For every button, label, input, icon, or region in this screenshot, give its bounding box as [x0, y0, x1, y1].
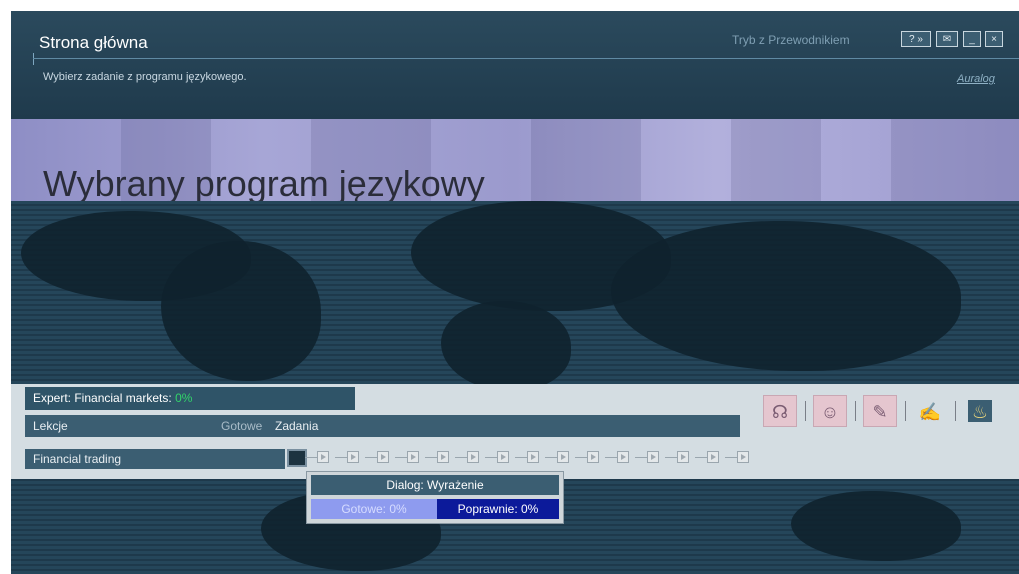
- speak-icon[interactable]: ☺: [813, 395, 847, 427]
- header-bar: Strona główna Wybierz zadanie z programu…: [11, 11, 1019, 119]
- column-tasks: Zadania: [275, 419, 319, 433]
- tool-separator: [805, 401, 806, 421]
- close-button[interactable]: ×: [985, 31, 1003, 47]
- tooltip-title: Dialog: Wyrażenie: [311, 475, 559, 495]
- task-play-button[interactable]: [437, 451, 449, 463]
- task-connector: [665, 457, 677, 458]
- banner-photo: [531, 119, 641, 201]
- task-play-button[interactable]: [737, 451, 749, 463]
- title-tick: [33, 53, 44, 65]
- tool-separator: [955, 401, 956, 421]
- task-connector: [725, 457, 737, 458]
- task-play-button[interactable]: [557, 451, 569, 463]
- lesson-row[interactable]: Financial trading: [25, 449, 285, 469]
- header-divider: [33, 58, 1019, 59]
- program-progress: 0%: [175, 391, 193, 405]
- task-connector: [305, 457, 317, 458]
- task-connector: [545, 457, 557, 458]
- write-icon[interactable]: ✍: [913, 395, 947, 427]
- task-connector: [425, 457, 437, 458]
- page-subtitle: Wybierz zadanie z programu językowego.: [43, 71, 247, 83]
- task-play-button[interactable]: [377, 451, 389, 463]
- stats-icon[interactable]: ♨: [967, 399, 993, 423]
- map-continent: [441, 301, 571, 391]
- guide-mode-link[interactable]: Tryb z Przewodnikiem: [732, 33, 850, 47]
- map-continent: [791, 491, 961, 561]
- task-play-button[interactable]: [617, 451, 629, 463]
- map-continent: [161, 241, 321, 381]
- task-connector: [485, 457, 497, 458]
- tooltip-correct: Poprawnie: 0%: [437, 499, 559, 519]
- task-play-button[interactable]: [647, 451, 659, 463]
- banner-title: Wybrany program językowy: [43, 163, 485, 201]
- listen-icon[interactable]: ☊: [763, 395, 797, 427]
- program-name: Expert: Financial markets:: [33, 391, 172, 405]
- task-play-button[interactable]: [707, 451, 719, 463]
- banner-photo: [731, 119, 821, 201]
- task-tooltip: Dialog: Wyrażenie Gotowe: 0% Poprawnie: …: [306, 471, 564, 524]
- task-play-button[interactable]: [527, 451, 539, 463]
- task-connector: [395, 457, 407, 458]
- page-title: Strona główna: [39, 33, 148, 52]
- task-connector: [365, 457, 377, 458]
- task-play-button[interactable]: [587, 451, 599, 463]
- task-connector: [605, 457, 617, 458]
- task-connector: [335, 457, 347, 458]
- tool-separator: [905, 401, 906, 421]
- task-play-button[interactable]: [467, 451, 479, 463]
- minimize-button[interactable]: _: [963, 31, 981, 47]
- task-selected[interactable]: [287, 449, 307, 467]
- task-play-button[interactable]: [407, 451, 419, 463]
- task-connector: [695, 457, 707, 458]
- program-name-tab: Expert: Financial markets: 0%: [25, 387, 355, 410]
- tool-separator: [855, 401, 856, 421]
- banner-photo: [891, 119, 1019, 201]
- app-window: Strona główna Wybierz zadanie z programu…: [11, 11, 1019, 574]
- brand-logo: Auralog: [957, 73, 995, 85]
- help-button[interactable]: ? »: [901, 31, 931, 47]
- task-connector: [635, 457, 647, 458]
- task-connector: [575, 457, 587, 458]
- column-lessons: Lekcje: [33, 419, 68, 433]
- task-connector: [515, 457, 527, 458]
- read-write-icon[interactable]: ✎: [863, 395, 897, 427]
- mail-button[interactable]: ✉: [936, 31, 958, 47]
- task-play-button[interactable]: [497, 451, 509, 463]
- lesson-name: Financial trading: [33, 452, 122, 466]
- task-play-button[interactable]: [317, 451, 329, 463]
- map-continent: [611, 221, 961, 371]
- lesson-column-header: Lekcje Gotowe Zadania: [25, 415, 740, 437]
- task-play-button[interactable]: [347, 451, 359, 463]
- tooltip-done: Gotowe: 0%: [311, 499, 437, 519]
- column-done: Gotowe: [221, 419, 263, 433]
- task-play-button[interactable]: [677, 451, 689, 463]
- program-banner: Wybrany program językowy: [11, 119, 1019, 201]
- task-connector: [455, 457, 467, 458]
